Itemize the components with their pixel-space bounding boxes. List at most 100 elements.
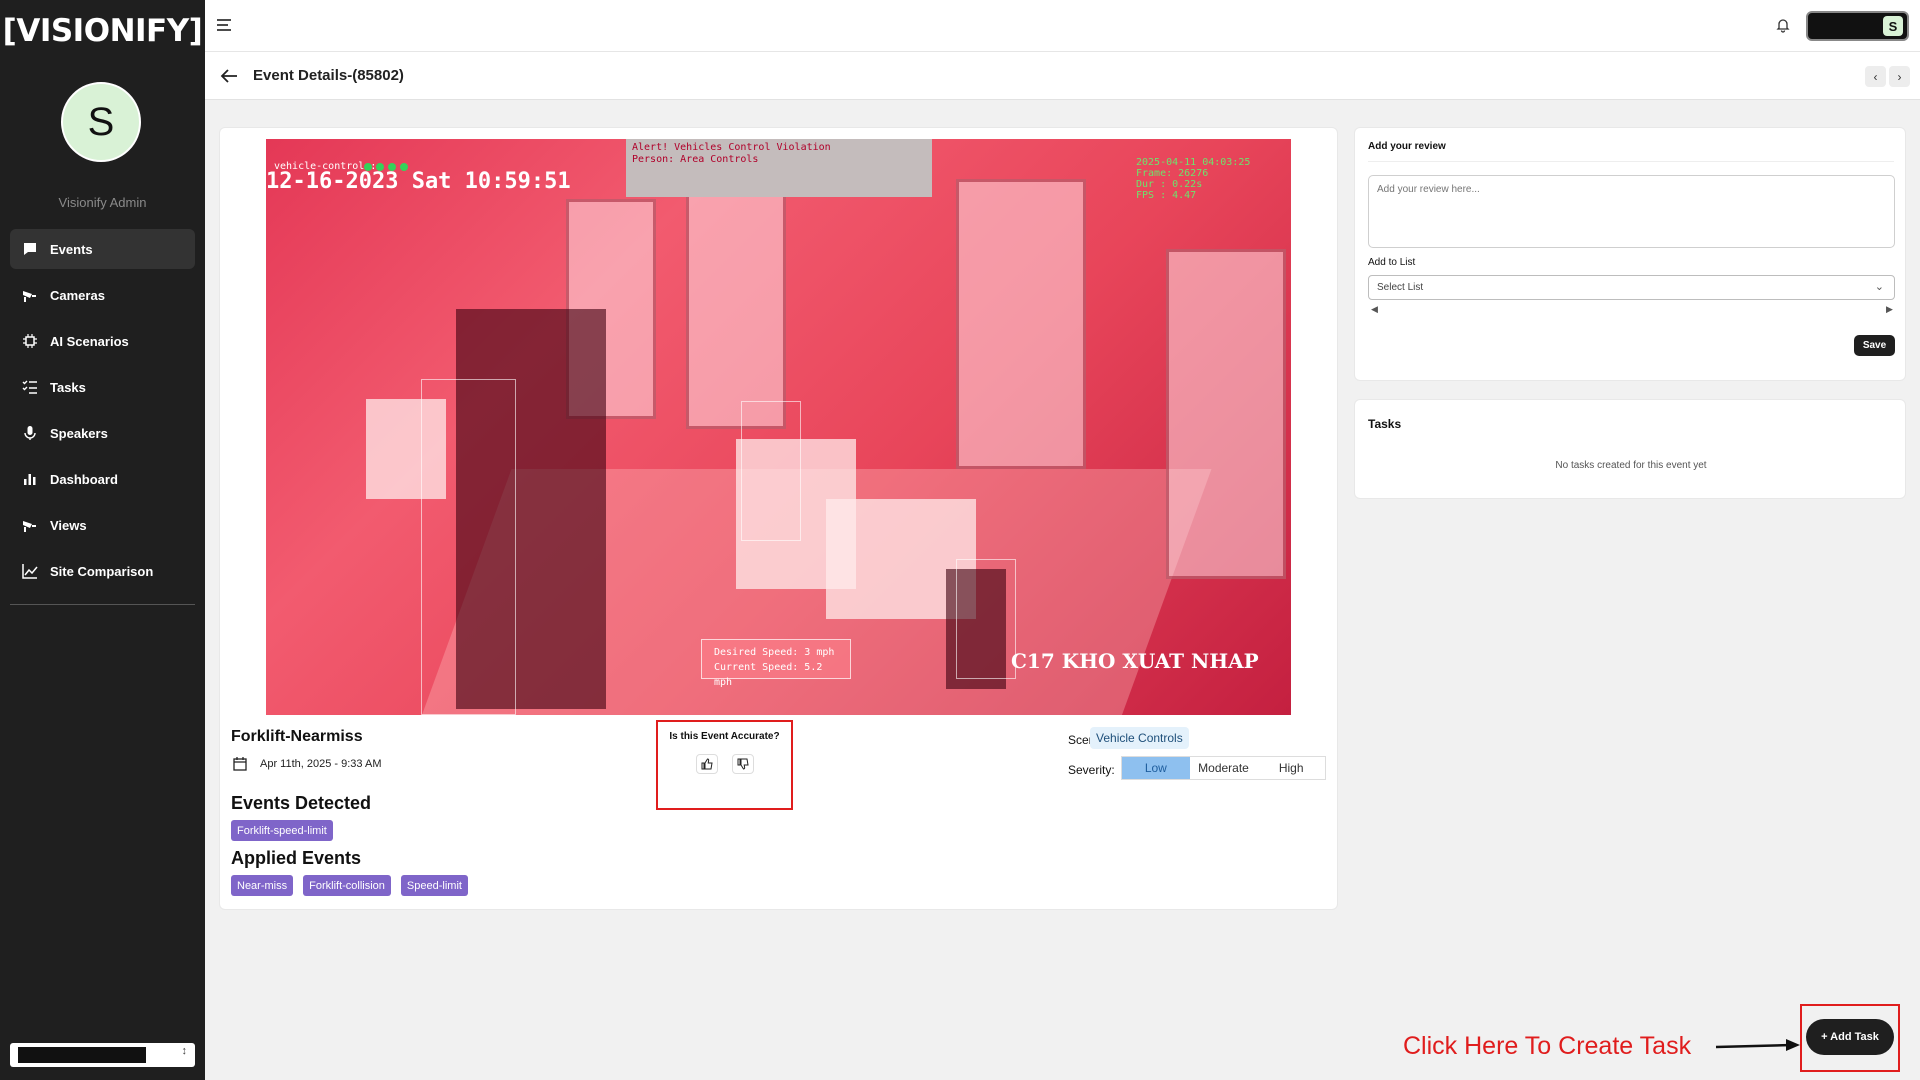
- arrow-right-icon: [1715, 1039, 1800, 1051]
- tasks-card: Tasks No tasks created for this event ye…: [1354, 399, 1906, 499]
- meta-line: Dur : 0.22s: [1136, 179, 1203, 190]
- sidebar-item-label: Site Comparison: [50, 563, 154, 579]
- sidebar-item-ai-scenarios[interactable]: AI Scenarios: [10, 321, 195, 361]
- site-selector[interactable]: ↕: [10, 1043, 195, 1067]
- thumbs-up-icon: [701, 758, 713, 770]
- select-list-value: Select List: [1377, 282, 1424, 293]
- add-task-button[interactable]: + Add Task: [1806, 1019, 1894, 1055]
- line-chart-icon: [21, 562, 39, 580]
- sidebar-item-label: Tasks: [50, 379, 86, 395]
- bell-icon[interactable]: [1775, 17, 1791, 33]
- hamburger-menu-icon[interactable]: [215, 16, 233, 34]
- site-selector-value: [18, 1047, 146, 1063]
- severity-high-option[interactable]: High: [1257, 757, 1325, 779]
- event-tag: Speed-limit: [400, 875, 468, 896]
- sidebar-item-speakers[interactable]: Speakers: [10, 413, 195, 453]
- desired-speed: Desired Speed: 3 mph: [714, 647, 835, 658]
- event-tag: Near-miss: [231, 875, 294, 896]
- page-title: Event Details-(85802): [253, 67, 404, 84]
- tasks-empty-state: No tasks created for this event yet: [1555, 460, 1707, 471]
- cpu-chip-icon: [21, 332, 39, 350]
- video-timestamp: 12-16-2023 Sat 10:59:51: [266, 169, 571, 194]
- meta-line: 2025-04-11 04:03:25: [1136, 157, 1251, 168]
- loading-door-03: [686, 189, 786, 429]
- sidebar-nav: Events Cameras AI Scenarios Tasks Speake…: [10, 229, 195, 597]
- previous-event-button[interactable]: ‹: [1865, 66, 1886, 87]
- severity-toggle: Low Moderate High: [1121, 756, 1326, 780]
- chevron-down-icon: ⌄: [1874, 281, 1884, 293]
- sidebar-item-label: Speakers: [50, 425, 108, 441]
- video-alert-overlay: Alert! Vehicles Control Violation Person…: [626, 139, 932, 197]
- event-tag: Forklift-collision: [303, 875, 391, 896]
- events-detected-tags: Forklift-speed-limit: [231, 820, 333, 841]
- accuracy-feedback-box: Is this Event Accurate?: [656, 720, 793, 810]
- meta-line: Frame: 26276: [1136, 168, 1209, 179]
- create-task-annotation: Click Here To Create Task: [1403, 1032, 1692, 1060]
- review-textarea[interactable]: [1368, 175, 1895, 248]
- sidebar-item-label: Cameras: [50, 287, 105, 303]
- thumbs-down-button[interactable]: [732, 754, 754, 774]
- next-event-button[interactable]: ›: [1889, 66, 1910, 87]
- review-title: Add your review: [1368, 141, 1446, 152]
- sidebar-divider: [10, 604, 195, 605]
- microphone-icon: [21, 424, 39, 442]
- meta-line: FPS : 4.47: [1136, 190, 1197, 201]
- user-name: Visionify Admin: [58, 195, 147, 210]
- event-video-frame[interactable]: Alert! Vehicles Control Violation Person…: [266, 139, 1291, 715]
- back-arrow-icon[interactable]: [220, 68, 238, 84]
- add-to-list-select[interactable]: Select List ⌄: [1368, 275, 1895, 300]
- current-speed: Current Speed: 5.2 mph: [714, 662, 823, 688]
- accuracy-question: Is this Event Accurate?: [669, 731, 780, 742]
- sidebar-item-cameras[interactable]: Cameras: [10, 275, 195, 315]
- tasks-title: Tasks: [1368, 417, 1402, 431]
- sidebar-item-events[interactable]: Events: [10, 229, 195, 269]
- bar-chart-icon: [21, 470, 39, 488]
- divider: [1368, 161, 1894, 162]
- page-header: Event Details-(85802) ‹ ›: [205, 52, 1920, 100]
- sidebar-item-dashboard[interactable]: Dashboard: [10, 459, 195, 499]
- scenario-value: Vehicle Controls: [1090, 727, 1189, 749]
- cctv-camera-icon: [21, 516, 39, 534]
- task-list-icon: [21, 378, 39, 396]
- sidebar-item-label: Dashboard: [50, 471, 118, 487]
- sidebar: [VISIONIFY] S Visionify Admin Events Cam…: [0, 0, 205, 1080]
- calendar-icon: [233, 757, 247, 771]
- event-tag: Forklift-speed-limit: [231, 820, 333, 841]
- sidebar-item-label: AI Scenarios: [50, 333, 129, 349]
- visionify-logo[interactable]: [VISIONIFY]: [3, 10, 203, 52]
- scroll-left-icon[interactable]: ◀: [1371, 304, 1378, 315]
- thumbs-down-icon: [737, 758, 749, 770]
- sidebar-item-label: Views: [50, 517, 87, 533]
- person-detection-box: [741, 401, 801, 541]
- sidebar-item-label: Events: [50, 241, 93, 257]
- speed-overlay: Desired Speed: 3 mph Current Speed: 5.2 …: [701, 639, 851, 688]
- forklift-detection-box: [421, 379, 516, 715]
- severity-label: Severity:: [1068, 763, 1115, 777]
- scroll-right-icon[interactable]: ▶: [1886, 304, 1893, 315]
- chevron-updown-icon: ↕: [181, 1045, 188, 1057]
- account-avatar: S: [1883, 16, 1903, 36]
- review-card: Add your review Add to List Select List …: [1354, 127, 1906, 381]
- account-menu[interactable]: S: [1806, 11, 1909, 41]
- event-pager: ‹ ›: [1865, 66, 1910, 87]
- sidebar-item-views[interactable]: Views: [10, 505, 195, 545]
- applied-events-tags: Near-miss Forklift-collision Speed-limit: [231, 875, 468, 896]
- save-button[interactable]: Save: [1854, 335, 1895, 356]
- loading-door-02: [956, 179, 1086, 469]
- sidebar-item-tasks[interactable]: Tasks: [10, 367, 195, 407]
- video-meta-overlay: 2025-04-11 04:03:25 Frame: 26276 Dur : 0…: [1136, 157, 1250, 201]
- alert-line: Person: Area Controls: [632, 154, 759, 165]
- cctv-camera-icon: [21, 286, 39, 304]
- user-avatar[interactable]: S: [61, 82, 141, 162]
- applied-events-title: Applied Events: [231, 848, 362, 868]
- loading-door-01: [1166, 249, 1286, 579]
- chat-bubble-icon: [21, 240, 39, 258]
- thumbs-up-button[interactable]: [696, 754, 718, 774]
- sidebar-item-site-comparison[interactable]: Site Comparison: [10, 551, 195, 591]
- event-card: Alert! Vehicles Control Violation Person…: [219, 127, 1338, 910]
- severity-moderate-option[interactable]: Moderate: [1190, 757, 1258, 779]
- severity-low-option[interactable]: Low: [1122, 757, 1190, 779]
- alert-line: Alert! Vehicles Control Violation: [632, 142, 831, 153]
- add-to-list-label: Add to List: [1368, 257, 1416, 268]
- event-date: Apr 11th, 2025 - 9:33 AM: [260, 758, 382, 770]
